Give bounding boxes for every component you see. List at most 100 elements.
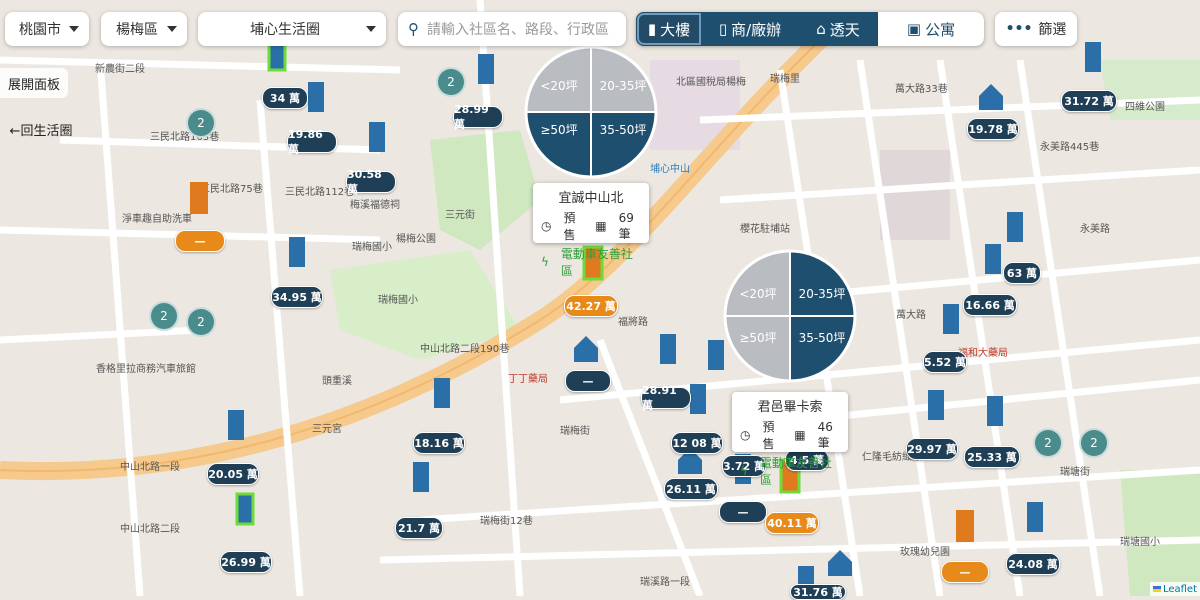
price-tag[interactable]: 16.66 萬 <box>963 294 1017 316</box>
map-label: 淨車趣自助洗車 <box>122 212 192 225</box>
wheel-label: ≥50坪 <box>540 123 577 137</box>
price-tag[interactable]: — <box>719 501 767 523</box>
map-label: 福將路 <box>618 315 648 328</box>
ev-icon: ϟ <box>541 255 549 269</box>
price-tag[interactable]: 42.27 萬 <box>564 295 618 317</box>
map-label: 三民北路112巷 <box>285 185 354 198</box>
building-marker-icon <box>413 462 429 492</box>
price-tag[interactable]: 25.33 萬 <box>964 446 1020 468</box>
price-tag[interactable]: 30.58 萬 <box>346 168 396 196</box>
building-marker-icon <box>369 122 385 152</box>
price-tag[interactable]: 63 萬 <box>1003 262 1041 284</box>
map-attribution[interactable]: Leaflet <box>1149 582 1200 596</box>
community-popup-1[interactable]: 宜誠中山北 ◷ 預售 ▦ 69筆 ϟ 電動車友善社區 <box>533 183 649 278</box>
map-label: 四維公園 <box>1125 100 1165 113</box>
wheel-label: 35-50坪 <box>799 331 846 345</box>
search-box[interactable]: ⚲ 請輸入社區名、路段、行政區 <box>398 12 626 46</box>
building-marker-orange-icon <box>956 510 974 542</box>
popup-count: 46筆 <box>817 419 833 450</box>
price-tag[interactable]: 34 萬 <box>262 87 308 109</box>
property-type-bar[interactable]: ▮ 大樓 ▯ 商/廠辦 ⌂ 透天 ▣ 公寓 <box>636 12 984 46</box>
price-tag[interactable]: 12 08 萬 <box>671 432 723 454</box>
chevron-down-icon <box>69 26 79 32</box>
popup-ev: 電動車友善社區 <box>560 247 633 278</box>
park-area <box>1120 470 1200 596</box>
cluster-marker[interactable]: 2 <box>1079 428 1109 458</box>
price-tag[interactable]: 19.78 萬 <box>967 118 1019 140</box>
price-tag[interactable]: 19.86 萬 <box>287 128 337 156</box>
map-label: 櫻花駐埔站 <box>740 222 790 235</box>
filter-button[interactable]: ••• 篩選 <box>995 12 1077 46</box>
price-tag[interactable]: 31.72 萬 <box>1061 90 1117 112</box>
building-marker-icon <box>708 340 724 370</box>
map-label: 楊梅公園 <box>396 232 436 245</box>
map-label: 中山北路二段190巷 <box>420 342 509 355</box>
map-label: 北區國稅局楊梅 <box>676 75 746 88</box>
price-tag[interactable]: 18.16 萬 <box>413 432 465 454</box>
price-tag[interactable]: 29.97 萬 <box>906 438 958 460</box>
building-marker-icon <box>690 384 706 414</box>
wheel-label: 20-35坪 <box>600 79 647 93</box>
map-label: 梅溪福德祠 <box>350 198 400 211</box>
building-marker-icon <box>289 237 305 267</box>
circle-select[interactable]: 埔心生活圈 <box>198 12 386 46</box>
size-wheel-2: <20坪 20-35坪 ≥50坪 35-50坪 <box>723 249 857 383</box>
price-tag[interactable]: 34.95 萬 <box>271 286 323 308</box>
price-tag[interactable]: 31.76 萬 <box>790 584 846 600</box>
price-tag[interactable]: 40.11 萬 <box>765 512 819 534</box>
price-tag[interactable]: 21.7 萬 <box>395 517 443 539</box>
building-marker-icon <box>985 244 1001 274</box>
building-marker-icon <box>987 396 1003 426</box>
price-tag[interactable]: 28.99 萬 <box>453 103 503 131</box>
price-tag[interactable]: — <box>941 561 989 583</box>
popup-title: 君邑畢卡索 <box>757 400 823 415</box>
map-label: 瑞溪路一段 <box>640 575 690 588</box>
community-popup-2[interactable]: 君邑畢卡索 ◷ 預售 ▦ 46筆 ϟ 電動車友善社區 <box>732 392 848 487</box>
building-icon: ▮ <box>647 20 657 38</box>
district-select[interactable]: 楊梅區 <box>101 12 187 46</box>
map-label: 萬大路 <box>896 308 926 321</box>
back-to-circle-button[interactable]: ←回生活圈 <box>0 116 82 142</box>
price-tag[interactable]: — <box>175 230 225 252</box>
cluster-marker[interactable]: 2 <box>186 108 216 138</box>
building-marker-icon <box>943 304 959 334</box>
price-tag[interactable]: 24.08 萬 <box>1006 553 1060 575</box>
city-value: 桃園市 <box>19 22 61 38</box>
price-tag[interactable]: — <box>565 370 611 392</box>
type-tab-apartment[interactable]: ▣ 公寓 <box>878 12 984 46</box>
house-icon: ⌂ <box>816 20 826 38</box>
map-label: 玫瑰幼兒園 <box>900 545 950 558</box>
clock-icon: ◷ <box>740 428 751 442</box>
building-marker-icon <box>660 334 676 364</box>
cluster-marker[interactable]: 2 <box>186 307 216 337</box>
expand-panel-button[interactable]: 展開面板 <box>0 68 68 98</box>
type-tab-office[interactable]: ▯ 商/廠辦 <box>702 12 798 46</box>
price-tag[interactable]: 26.99 萬 <box>220 551 272 573</box>
price-tag[interactable]: 26.11 萬 <box>664 478 718 500</box>
wheel-label: <20坪 <box>739 287 776 301</box>
price-tag[interactable]: 5.52 萬 <box>923 351 967 373</box>
map-label: 瑞梅國小 <box>352 240 392 253</box>
building-marker-icon <box>228 410 244 440</box>
cluster-marker[interactable]: 2 <box>1033 428 1063 458</box>
map-label: 瑞梅里 <box>770 72 800 85</box>
popup-status: 預售 <box>563 211 576 242</box>
city-select[interactable]: 桃園市 <box>5 12 89 46</box>
map-label: 三元街 <box>445 208 475 221</box>
circle-value: 埔心生活圈 <box>250 22 320 38</box>
map-label: 永美路445巷 <box>1040 140 1099 153</box>
popup-count: 69筆 <box>618 210 634 241</box>
type-tab-house[interactable]: ⌂ 透天 <box>798 12 878 46</box>
building-marker-icon <box>434 378 450 408</box>
cluster-marker[interactable]: 2 <box>436 67 466 97</box>
map-label: 萬大路33巷 <box>895 82 948 95</box>
building-marker-icon <box>1027 502 1043 532</box>
search-input[interactable]: 請輸入社區名、路段、行政區 <box>427 19 609 39</box>
building-marker-icon <box>478 54 494 84</box>
map-label: 埔心中山 <box>650 162 690 175</box>
cluster-marker[interactable]: 2 <box>149 301 179 331</box>
price-tag[interactable]: 28.91 萬 <box>641 384 691 412</box>
size-wheel-1: <20坪 20-35坪 ≥50坪 35-50坪 <box>524 45 658 179</box>
type-tab-building[interactable]: ▮ 大樓 <box>636 12 702 46</box>
price-tag[interactable]: 20.05 萬 <box>207 463 259 485</box>
